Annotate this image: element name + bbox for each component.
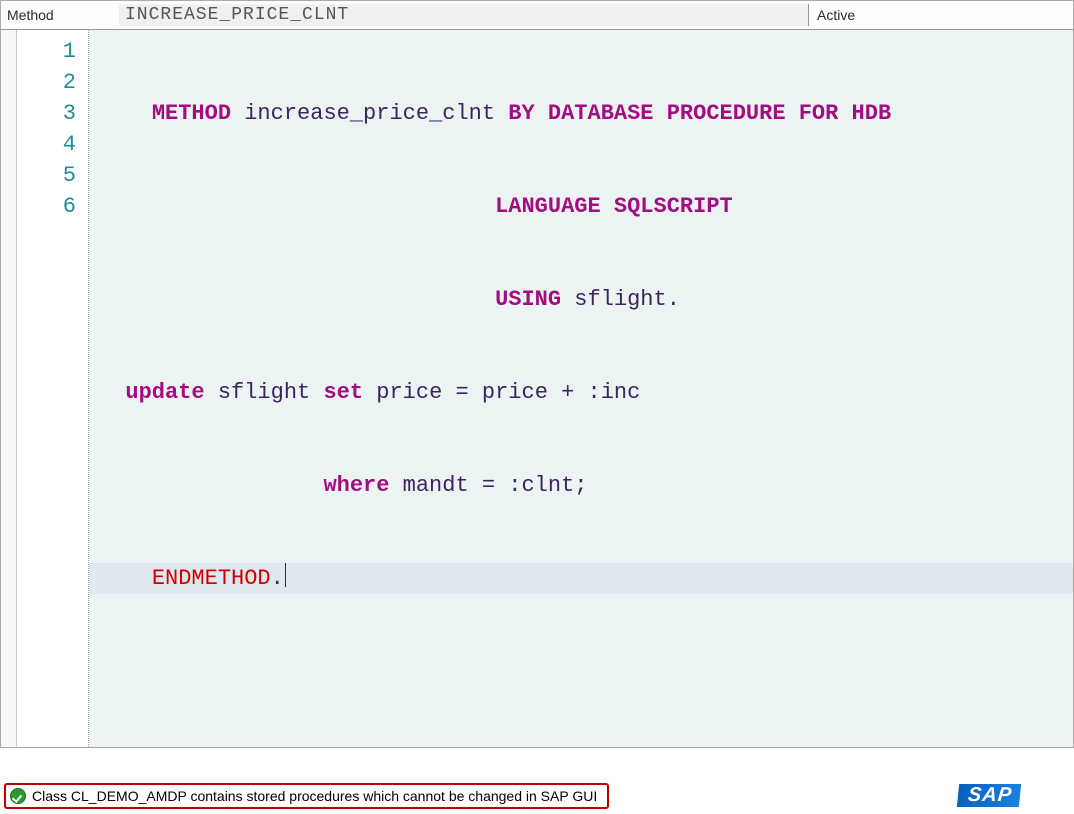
method-name-field[interactable]: INCREASE_PRICE_CLNT <box>119 4 809 26</box>
keyword-endmethod: ENDMETHOD <box>152 566 271 591</box>
code-area[interactable]: METHOD increase_price_clnt BY DATABASE P… <box>89 30 1073 747</box>
status-bar: Class CL_DEMO_AMDP contains stored proce… <box>4 784 1070 808</box>
keyword-using: USING <box>495 287 574 312</box>
assign-expr: price = price + :inc <box>376 380 640 405</box>
line-number: 2 <box>17 67 88 98</box>
sap-logo: SAP <box>957 784 1022 807</box>
method-header: Method INCREASE_PRICE_CLNT Active <box>0 0 1074 30</box>
table-name: sflight <box>218 380 324 405</box>
line-number: 6 <box>17 191 88 222</box>
keyword-where: where <box>323 473 402 498</box>
using-arg: sflight <box>574 287 666 312</box>
punct-dot: . <box>667 287 680 312</box>
line-number: 3 <box>17 98 88 129</box>
line-number: 4 <box>17 129 88 160</box>
code-line[interactable]: update sflight set price = price + :inc <box>89 377 1073 408</box>
code-line[interactable]: USING sflight. <box>89 284 1073 315</box>
method-label: Method <box>1 7 119 23</box>
code-editor[interactable]: 1 2 3 4 5 6 METHOD increase_price_clnt B… <box>0 30 1074 748</box>
clause-by-db: BY DATABASE PROCEDURE FOR HDB <box>508 101 891 126</box>
code-line[interactable]: METHOD increase_price_clnt BY DATABASE P… <box>89 98 1073 129</box>
line-number: 5 <box>17 160 88 191</box>
where-expr: mandt = :clnt; <box>403 473 588 498</box>
keyword-method: METHOD <box>152 101 244 126</box>
code-line[interactable]: ENDMETHOD. <box>89 563 1073 594</box>
code-line[interactable]: LANGUAGE SQLSCRIPT <box>89 191 1073 222</box>
punct-dot: . <box>271 566 284 591</box>
code-line[interactable]: where mandt = :clnt; <box>89 470 1073 501</box>
text-caret <box>285 563 286 587</box>
line-number: 1 <box>17 36 88 67</box>
breakpoint-strip[interactable] <box>1 30 17 747</box>
status-message-text: Class CL_DEMO_AMDP contains stored proce… <box>32 788 597 804</box>
clause-language: LANGUAGE SQLSCRIPT <box>495 194 733 219</box>
keyword-update: update <box>125 380 217 405</box>
keyword-set: set <box>323 380 376 405</box>
line-gutter: 1 2 3 4 5 6 <box>17 30 89 747</box>
status-message[interactable]: Class CL_DEMO_AMDP contains stored proce… <box>4 783 609 809</box>
method-name: increase_price_clnt <box>244 101 508 126</box>
active-status-label: Active <box>809 7 855 23</box>
success-icon <box>10 788 26 804</box>
